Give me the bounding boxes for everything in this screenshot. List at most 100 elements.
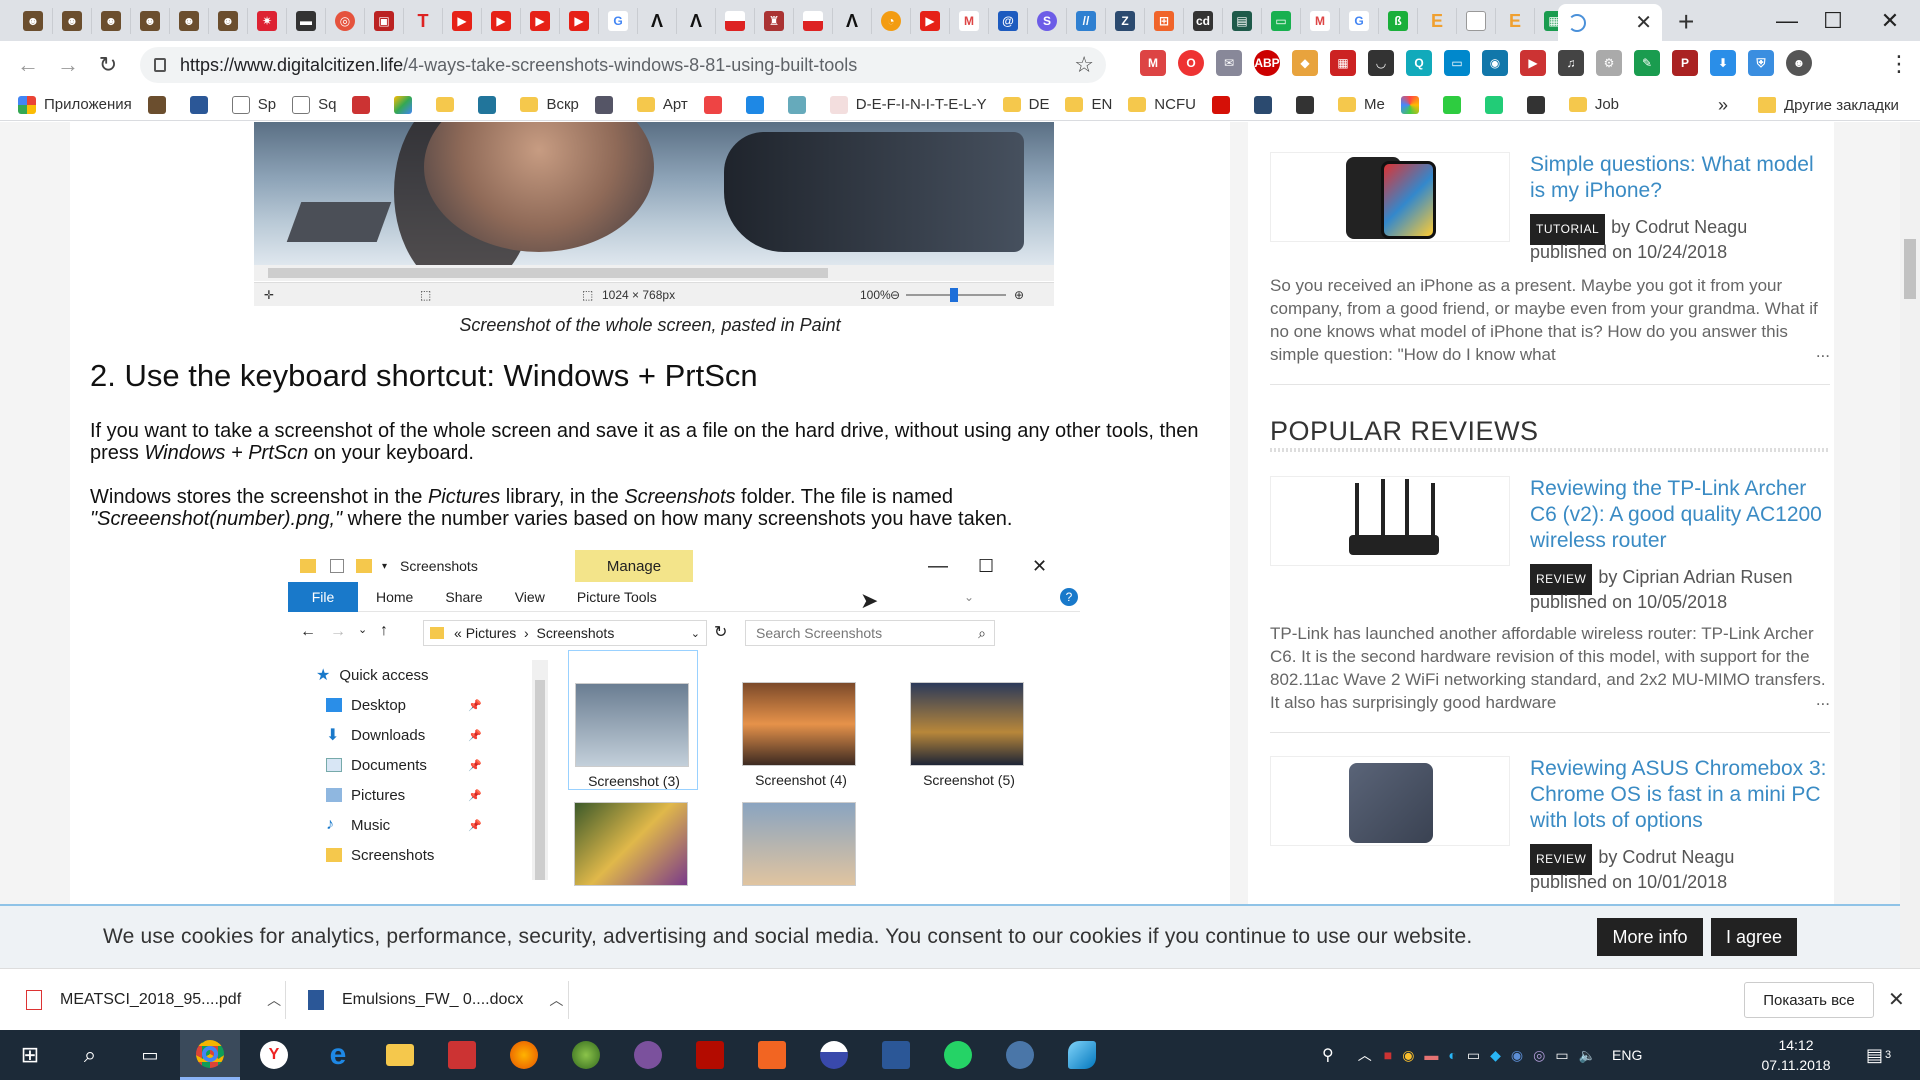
chevron-up-icon[interactable]: ︿ xyxy=(267,990,281,1010)
taskbar-app[interactable] xyxy=(432,1030,492,1080)
bookmark-item[interactable]: Sp xyxy=(231,95,276,114)
taskbar-app[interactable] xyxy=(742,1030,802,1080)
new-tab-button[interactable]: + xyxy=(1678,6,1694,38)
tab[interactable]: ▣ xyxy=(365,8,404,34)
tab[interactable]: ▶ xyxy=(482,8,521,34)
bookmark-item[interactable] xyxy=(1526,95,1553,114)
bookmark-item[interactable] xyxy=(1400,95,1427,114)
tab[interactable]: ▶ xyxy=(521,8,560,34)
bookmark-item[interactable]: Приложения xyxy=(18,95,132,114)
bookmark-star-icon[interactable]: ☆ xyxy=(1074,52,1094,78)
tab[interactable]: E xyxy=(1418,8,1457,34)
taskbar-edge[interactable]: e xyxy=(308,1030,368,1080)
tab[interactable]: ☻ xyxy=(14,8,53,34)
telegram-icon[interactable]: ◆ xyxy=(1490,1047,1501,1064)
bookmark-item[interactable] xyxy=(1442,95,1469,114)
tab[interactable]: Λ xyxy=(833,8,872,34)
tab[interactable]: ☻ xyxy=(53,8,92,34)
action-center-button[interactable]: ▤ 3 xyxy=(1866,1030,1891,1080)
tab[interactable]: ☻ xyxy=(92,8,131,34)
more-info-button[interactable]: More info xyxy=(1597,918,1703,956)
tab[interactable]: E xyxy=(1496,8,1535,34)
tab[interactable]: ▬ xyxy=(287,8,326,34)
grid-ext-icon[interactable]: ▦ xyxy=(1330,50,1356,76)
chevron-up-icon[interactable]: ︿ xyxy=(549,990,563,1010)
tab[interactable]: ◎ xyxy=(326,8,365,34)
viber-tray-icon[interactable]: ◎ xyxy=(1533,1047,1545,1064)
bookmark-item[interactable]: NCFU xyxy=(1128,96,1196,113)
volume-icon[interactable]: 🔈 xyxy=(1579,1047,1596,1064)
network-icon[interactable]: ▭ xyxy=(1555,1047,1568,1064)
window-ext-icon[interactable]: ▭ xyxy=(1444,50,1470,76)
pinterest-ext-icon[interactable]: P xyxy=(1672,50,1698,76)
tray-app-icon[interactable]: ◐ xyxy=(1448,1047,1456,1063)
search-ext-icon[interactable]: Q xyxy=(1406,50,1432,76)
taskbar-viber[interactable] xyxy=(618,1030,678,1080)
turtle-ext-icon[interactable]: ◆ xyxy=(1292,50,1318,76)
tab[interactable] xyxy=(794,8,833,34)
mail-ext-icon[interactable]: ✉ xyxy=(1216,50,1242,76)
tab[interactable]: ☻ xyxy=(131,8,170,34)
chrome-tray-icon[interactable]: ◉ xyxy=(1402,1047,1414,1064)
tab[interactable]: M xyxy=(950,8,989,34)
bookmark-item[interactable]: EN xyxy=(1065,96,1112,113)
people-icon[interactable]: ⚲ xyxy=(1322,1045,1334,1065)
tab[interactable]: Λ xyxy=(677,8,716,34)
tab[interactable]: ✷ xyxy=(248,8,287,34)
agree-button[interactable]: I agree xyxy=(1711,918,1797,956)
tab[interactable]: ▶ xyxy=(911,8,950,34)
taskbar-firefox[interactable] xyxy=(494,1030,554,1080)
shield-ext-icon[interactable]: ⛨ xyxy=(1748,50,1774,76)
chrome-menu-icon[interactable]: ⋮ xyxy=(1888,51,1910,77)
task-view-button[interactable]: ▭ xyxy=(120,1030,180,1080)
tab[interactable]: ☻ xyxy=(170,8,209,34)
start-button[interactable]: ⊞ xyxy=(0,1030,60,1080)
clock[interactable]: 14:12 07.11.2018 xyxy=(1756,1035,1836,1075)
tab[interactable]: ♜ xyxy=(755,8,794,34)
tab[interactable]: ß xyxy=(1379,8,1418,34)
bookmark-item[interactable] xyxy=(436,97,462,112)
taskbar-yandex[interactable]: Y xyxy=(244,1030,304,1080)
bookmark-item[interactable] xyxy=(147,95,174,114)
evernote-ext-icon[interactable]: ✎ xyxy=(1634,50,1660,76)
adblock-icon[interactable]: ABP xyxy=(1254,50,1280,76)
bookmark-item[interactable] xyxy=(1484,95,1511,114)
bookmark-item[interactable]: Вскр xyxy=(520,96,579,113)
taskbar-whatsapp[interactable] xyxy=(928,1030,988,1080)
language-indicator[interactable]: ENG xyxy=(1612,1047,1642,1063)
bookmark-item[interactable] xyxy=(478,95,504,114)
other-bookmarks[interactable]: Другие закладки xyxy=(1758,89,1899,121)
more-ellipsis[interactable]: ... xyxy=(1816,690,1830,710)
tab[interactable]: ◔ xyxy=(872,8,911,34)
taskbar-explorer[interactable] xyxy=(370,1030,430,1080)
tab[interactable]: Λ xyxy=(638,8,677,34)
close-window-button[interactable]: ✕ xyxy=(1860,0,1920,41)
bookmark-item[interactable]: Sq xyxy=(292,95,336,114)
chat-ext-icon[interactable]: ◉ xyxy=(1482,50,1508,76)
more-ellipsis[interactable]: ... xyxy=(1816,342,1830,362)
download-ext-icon[interactable]: ⬇ xyxy=(1710,50,1736,76)
bookmark-item[interactable]: DE xyxy=(1002,96,1049,113)
bookmark-item[interactable]: Job xyxy=(1568,96,1619,113)
bookmark-item[interactable] xyxy=(394,95,420,114)
bookmark-item[interactable] xyxy=(189,95,216,114)
tab[interactable]: // xyxy=(1067,8,1106,34)
article-link[interactable]: Reviewing the TP-Link Archer C6 (v2): A … xyxy=(1530,476,1830,554)
tab[interactable]: cd xyxy=(1184,8,1223,34)
iphone-thumbnail[interactable] xyxy=(1270,152,1510,242)
tab[interactable] xyxy=(1457,8,1496,34)
article-link[interactable]: Reviewing ASUS Chromebox 3: Chrome OS is… xyxy=(1530,756,1830,834)
profile-avatar[interactable]: ☻ xyxy=(1786,50,1812,76)
tab[interactable]: Z xyxy=(1106,8,1145,34)
bookmark-item[interactable]: Арт xyxy=(636,96,688,113)
pocket-icon[interactable]: ◡ xyxy=(1368,50,1394,76)
reload-button[interactable]: ↻ xyxy=(94,51,122,79)
tab[interactable]: ⊞ xyxy=(1145,8,1184,34)
download-item[interactable]: Emulsions_FW_ 0....docx ︿ xyxy=(308,969,563,1031)
bookmark-item[interactable] xyxy=(1253,95,1280,114)
tab[interactable]: ▶ xyxy=(443,8,482,34)
close-tab-icon[interactable]: ✕ xyxy=(1635,10,1652,35)
taskbar-word[interactable] xyxy=(866,1030,926,1080)
download-item[interactable]: MEATSCI_2018_95....pdf ︿ xyxy=(26,969,281,1031)
scroll-thumb[interactable] xyxy=(1904,239,1916,299)
